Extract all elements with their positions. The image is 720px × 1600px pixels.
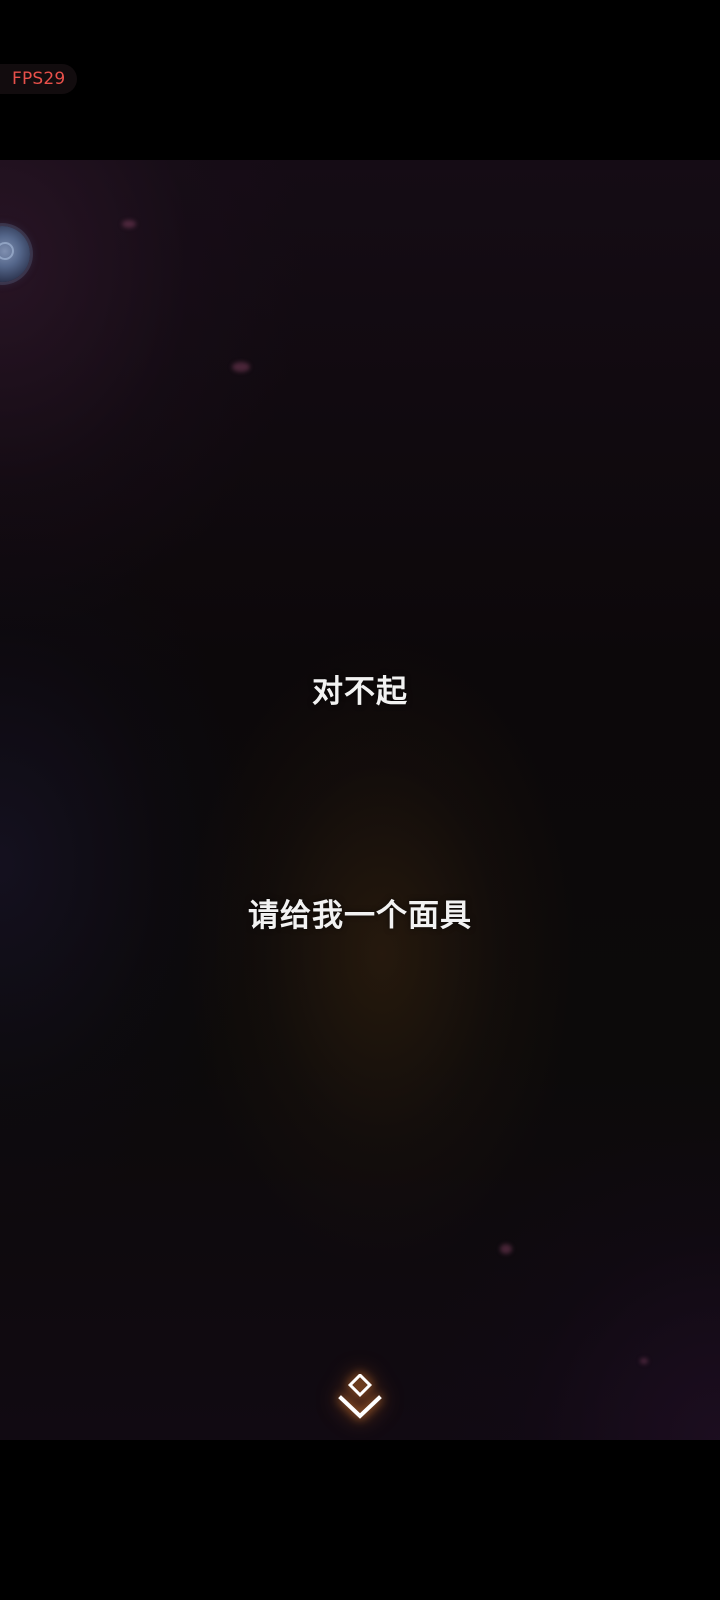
game-viewport[interactable] (0, 160, 720, 1440)
floating-particle (500, 1244, 512, 1254)
double-chevron-diamond-icon (338, 1374, 382, 1419)
floating-particle (640, 1358, 648, 1364)
dialogue-line: 请给我一个面具 (248, 898, 472, 934)
floating-particle (122, 220, 136, 228)
advance-dialogue-button[interactable] (336, 1374, 384, 1422)
game-screen: FPS29 对不起 请给我一个面具 (0, 0, 720, 1600)
dialogue-line: 对不起 (312, 674, 408, 710)
floating-particle (232, 362, 250, 372)
fps-counter: FPS29 (0, 64, 78, 94)
